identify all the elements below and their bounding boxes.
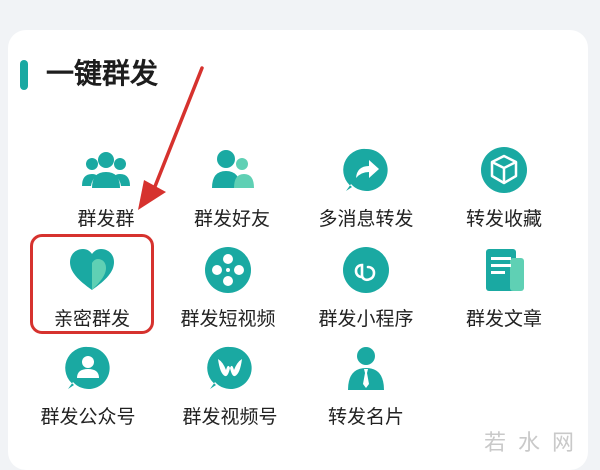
item-official-account-broadcast[interactable]: 群发公众号 (18, 344, 158, 436)
video-channel-icon (207, 346, 252, 389)
item-article-broadcast[interactable]: 群发文章 (434, 246, 574, 338)
item-label: 群发短视频 (180, 308, 276, 330)
red-arrow-icon (138, 66, 204, 210)
item-label: 转发收藏 (465, 208, 542, 230)
favorites-cube-icon (481, 147, 527, 193)
forward-chat-icon (343, 148, 388, 191)
item-label: 群发视频号 (182, 406, 278, 428)
item-short-video-broadcast[interactable]: 群发短视频 (158, 246, 298, 338)
article-icon (486, 249, 524, 291)
highlight-box (30, 234, 154, 334)
item-video-channel-broadcast[interactable]: 群发视频号 (160, 344, 300, 436)
item-mini-program-broadcast[interactable]: 群发小程序 (296, 246, 436, 338)
watermark: 若水网 (483, 431, 586, 456)
item-label: 群发文章 (465, 308, 542, 330)
item-label: 群发小程序 (318, 308, 414, 330)
item-forward-favorites[interactable]: 转发收藏 (434, 146, 574, 238)
official-account-icon (65, 346, 110, 389)
business-card-icon (348, 347, 384, 390)
item-multi-forward[interactable]: 多消息转发 (296, 146, 436, 238)
group-icon (82, 152, 130, 188)
title-accent-bar (20, 60, 28, 90)
film-reel-icon (205, 247, 251, 293)
item-label: 转发名片 (327, 406, 404, 428)
item-label: 群发公众号 (40, 406, 136, 428)
mini-program-icon (343, 247, 389, 293)
item-forward-business-card[interactable]: 转发名片 (296, 344, 436, 436)
item-label: 多消息转发 (318, 208, 414, 230)
